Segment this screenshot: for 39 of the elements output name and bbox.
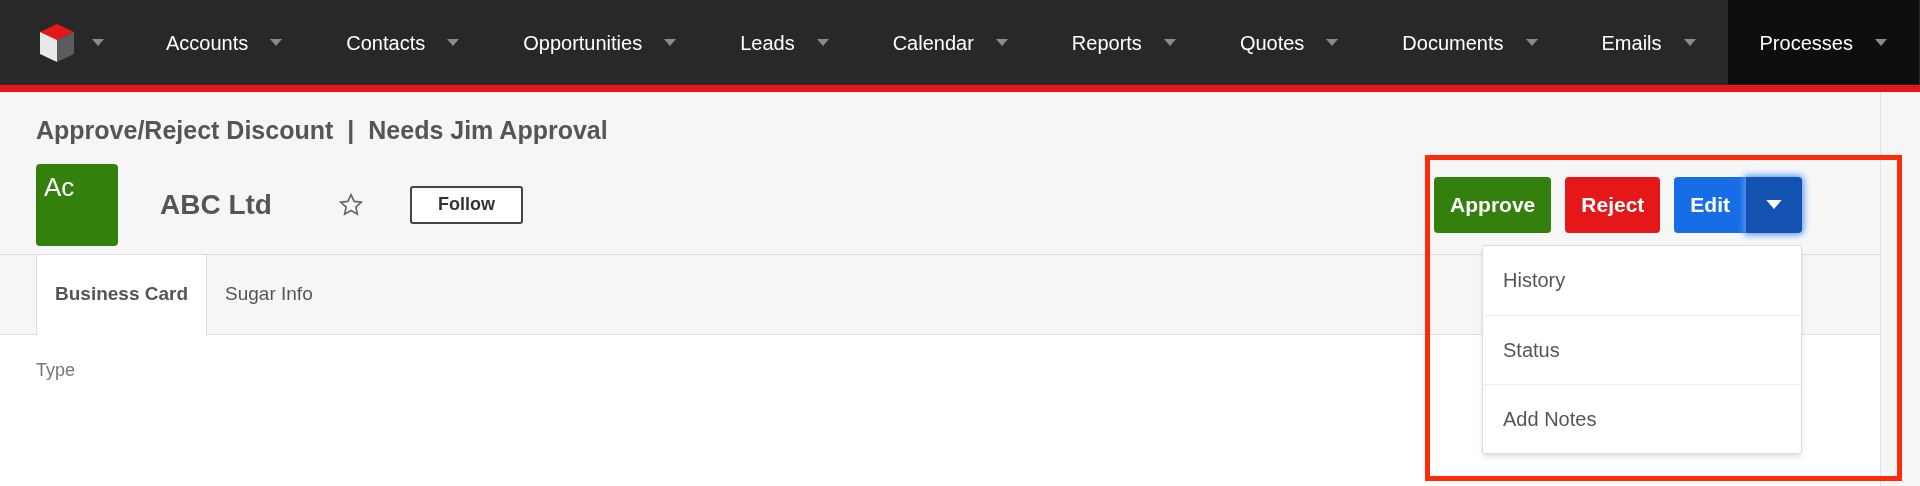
caret-icon <box>1525 39 1538 46</box>
process-subtitle: Needs Jim Approval <box>368 115 608 146</box>
nav-tab[interactable]: Emails <box>1601 27 1662 58</box>
dropdown-toggle[interactable] <box>1746 176 1802 233</box>
record-avatar: Ac <box>36 163 118 246</box>
caret-icon <box>664 39 677 46</box>
caret-icon <box>1874 39 1887 46</box>
nav-tab[interactable]: Documents <box>1402 27 1504 58</box>
menu-item[interactable]: Add Notes <box>1483 383 1801 453</box>
record-tab[interactable]: Sugar Info <box>207 254 331 335</box>
caret-icon <box>1326 39 1339 46</box>
nav-tab[interactable]: Calendar <box>892 27 974 58</box>
field-label: Type <box>36 358 76 382</box>
caret-icon <box>1683 39 1696 46</box>
nav-tab[interactable]: Accounts <box>166 27 249 58</box>
nav-tab[interactable]: Contacts <box>346 27 426 58</box>
caret-icon <box>270 39 283 46</box>
nav-tab[interactable]: Reports <box>1071 27 1142 58</box>
caret-icon <box>92 39 104 46</box>
caret-icon <box>816 39 829 46</box>
nav-tab[interactable]: Opportunities <box>523 27 643 58</box>
caret-icon <box>447 39 460 46</box>
action-button[interactable]: Edit <box>1674 176 1746 233</box>
nav-tab[interactable]: Leads <box>740 27 795 58</box>
menu-item[interactable]: History <box>1483 245 1801 315</box>
caret-icon <box>1163 39 1176 46</box>
record-name: ABC Ltd <box>160 187 272 222</box>
process-title: Approve/Reject Discount <box>36 115 334 146</box>
star-icon[interactable] <box>338 191 364 218</box>
caret-icon <box>1766 200 1782 209</box>
follow-button[interactable]: Follow <box>410 185 523 224</box>
title-separator: | <box>347 115 355 146</box>
caret-icon <box>995 39 1008 46</box>
menu-item[interactable]: Status <box>1483 314 1801 384</box>
action-button[interactable]: Approve <box>1434 176 1552 233</box>
record-tab[interactable]: Business Card <box>36 254 208 335</box>
nav-tab[interactable]: Processes <box>1759 27 1853 58</box>
action-button[interactable]: Reject <box>1565 176 1661 233</box>
nav-tab[interactable]: Quotes <box>1239 27 1305 58</box>
